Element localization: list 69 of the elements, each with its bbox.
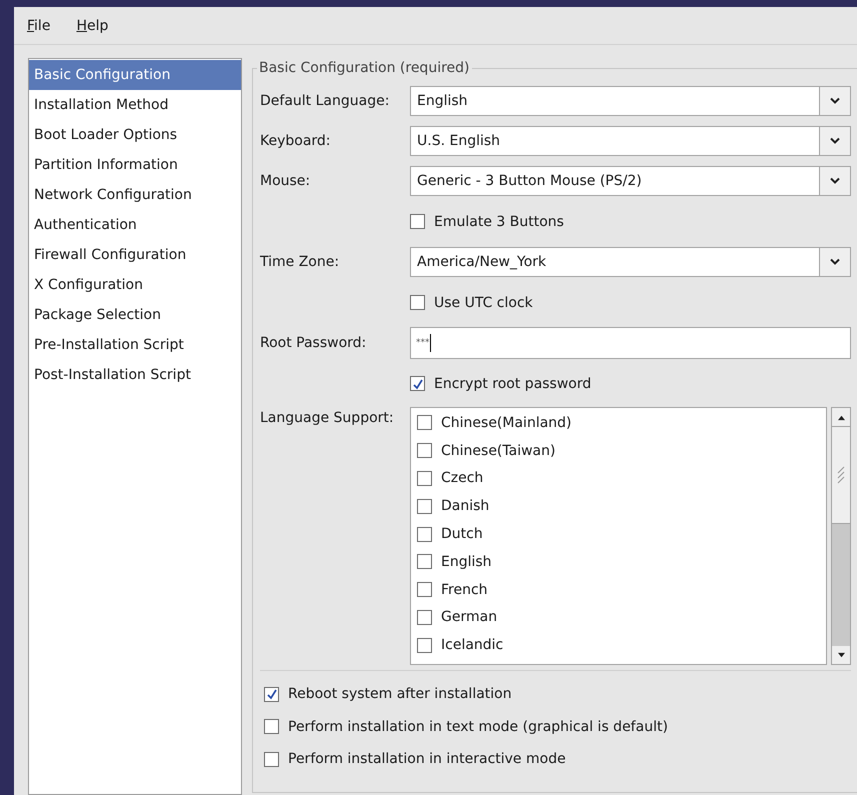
arrow-up-icon bbox=[836, 414, 846, 420]
language-option[interactable]: Chinese(Mainland) bbox=[441, 414, 572, 431]
checkbox-label: Reboot system after installation bbox=[288, 686, 512, 702]
checkbox[interactable] bbox=[417, 443, 432, 458]
checkbox-label: Use UTC clock bbox=[434, 294, 533, 310]
field-label: Default Language: bbox=[260, 93, 390, 109]
language-option[interactable]: Danish bbox=[441, 498, 490, 514]
language-option[interactable]: English bbox=[441, 554, 492, 570]
menu-item[interactable]: Help bbox=[76, 16, 108, 36]
sidebar-item[interactable]: Basic Configuration bbox=[29, 60, 241, 90]
field-label: Root Password: bbox=[260, 335, 368, 351]
chevron-down-icon bbox=[830, 97, 840, 105]
sidebar-item[interactable]: Authentication bbox=[29, 210, 241, 240]
scroll-up-button[interactable] bbox=[832, 408, 850, 426]
dropdown-button[interactable] bbox=[819, 248, 850, 276]
scroll-down-button[interactable] bbox=[832, 646, 850, 664]
language-option[interactable]: French bbox=[441, 582, 488, 598]
checkbox[interactable] bbox=[410, 295, 425, 310]
dropdown[interactable]: U.S. English bbox=[410, 126, 851, 156]
field-label: Language Support: bbox=[260, 409, 395, 426]
checkbox[interactable] bbox=[410, 376, 425, 391]
chevron-down-icon bbox=[830, 137, 840, 145]
checkbox[interactable] bbox=[264, 752, 279, 767]
language-option[interactable]: Icelandic bbox=[441, 637, 504, 654]
dropdown-button[interactable] bbox=[819, 167, 850, 195]
checkbox[interactable] bbox=[417, 526, 432, 542]
checkbox-label: Emulate 3 Buttons bbox=[434, 214, 564, 230]
sidebar-item[interactable]: Post-Installation Script bbox=[29, 360, 241, 390]
password-field[interactable]: *** bbox=[410, 327, 851, 359]
sidebar-item[interactable]: X Configuration bbox=[29, 270, 241, 300]
scrollbar[interactable] bbox=[831, 407, 851, 665]
field-label: Keyboard: bbox=[260, 133, 332, 149]
checkbox[interactable] bbox=[410, 214, 425, 229]
language-option[interactable]: Chinese(Taiwan) bbox=[441, 442, 556, 459]
sidebar-item[interactable]: Network Configuration bbox=[29, 180, 241, 210]
checkbox[interactable] bbox=[417, 610, 432, 625]
checkbox[interactable] bbox=[417, 415, 432, 430]
arrow-down-icon bbox=[836, 652, 846, 658]
dropdown-button[interactable] bbox=[819, 87, 850, 115]
checkbox-label: Encrypt root password bbox=[434, 376, 592, 392]
sidebar-item[interactable]: Package Selection bbox=[29, 300, 241, 330]
chevron-down-icon bbox=[830, 258, 840, 266]
section-title: Basic Configuration (required) bbox=[257, 60, 472, 76]
sidebar-item[interactable]: Installation Method bbox=[29, 90, 241, 120]
field-label: Mouse: bbox=[260, 173, 312, 189]
checkbox[interactable] bbox=[417, 582, 432, 598]
checkbox[interactable] bbox=[417, 498, 432, 514]
dropdown[interactable]: English bbox=[410, 86, 851, 116]
sidebar-item[interactable]: Partition Information bbox=[29, 150, 241, 180]
checkbox[interactable] bbox=[264, 686, 279, 702]
checkbox[interactable] bbox=[417, 470, 432, 486]
checkbox[interactable] bbox=[417, 638, 432, 653]
sidebar-item[interactable]: Firewall Configuration bbox=[29, 240, 241, 270]
sidebar-item[interactable]: Pre-Installation Script bbox=[29, 330, 241, 360]
language-option[interactable]: German bbox=[441, 609, 498, 626]
field-label: Time Zone: bbox=[260, 254, 340, 270]
checkbox-label: Perform installation in interactive mode bbox=[288, 751, 566, 768]
language-option[interactable]: Czech bbox=[441, 470, 484, 486]
scrollbar-thumb[interactable] bbox=[832, 426, 850, 524]
chevron-down-icon bbox=[830, 177, 840, 185]
menu-item[interactable]: File bbox=[27, 16, 50, 36]
checkbox[interactable] bbox=[264, 719, 279, 734]
dropdown-button[interactable] bbox=[819, 127, 850, 155]
dropdown[interactable]: America/New_York bbox=[410, 247, 851, 277]
checkbox-label: Perform installation in text mode (graphical is default) bbox=[288, 718, 668, 735]
dropdown[interactable]: Generic - 3 Button Mouse (PS/2) bbox=[410, 166, 851, 196]
language-option[interactable]: Dutch bbox=[441, 526, 483, 542]
sidebar-item[interactable]: Boot Loader Options bbox=[29, 120, 241, 150]
checkbox[interactable] bbox=[417, 554, 432, 570]
